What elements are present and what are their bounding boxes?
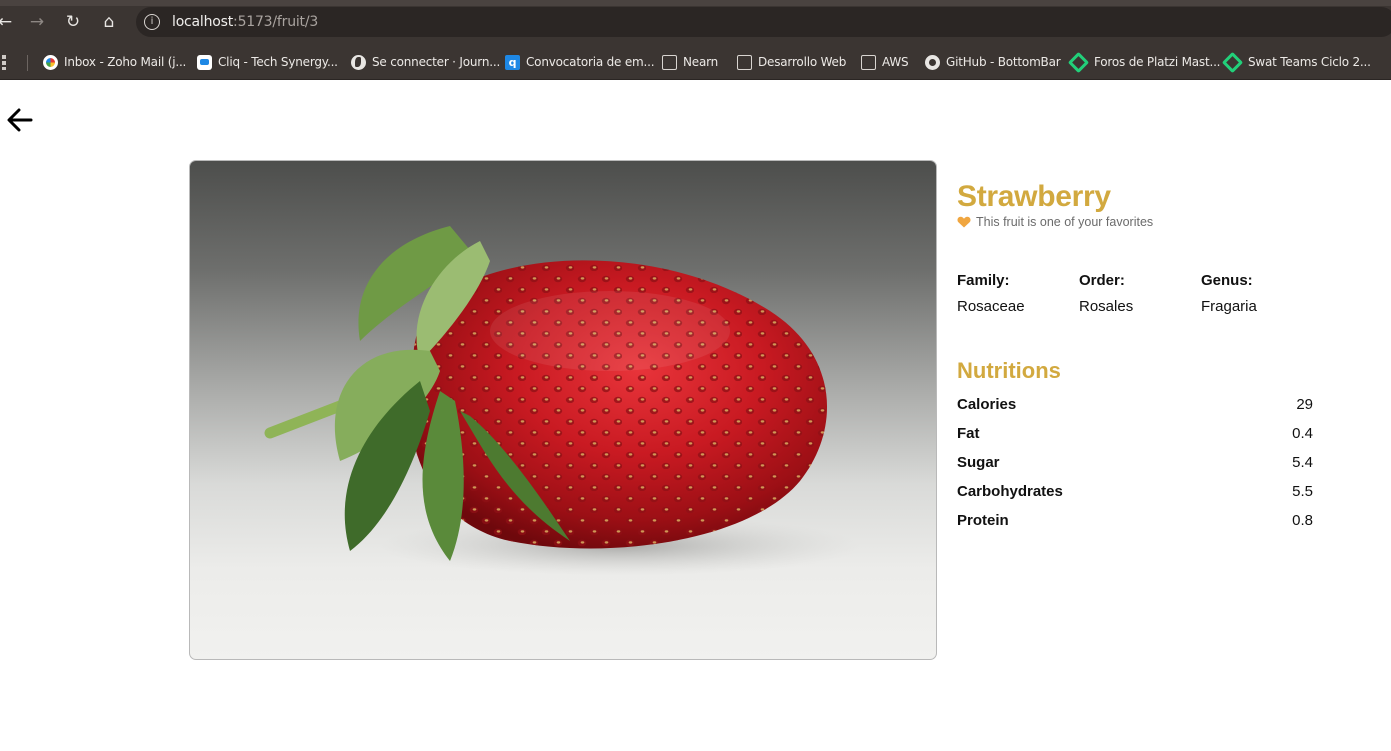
folder-icon bbox=[861, 54, 876, 70]
nutritions-list: Calories 29 Fat 0.4 Sugar 5.4 Carbohydra… bbox=[957, 396, 1313, 541]
folder-icon bbox=[737, 54, 752, 70]
fruit-image bbox=[189, 160, 937, 660]
taxonomy-order: Order: Rosales bbox=[1079, 272, 1199, 315]
taxonomy-family: Family: Rosaceae bbox=[957, 272, 1077, 315]
bookmark-zoho-mail[interactable]: Inbox - Zoho Mail (j... bbox=[43, 52, 186, 72]
nutrition-name: Fat bbox=[957, 425, 980, 442]
nutrition-name: Carbohydrates bbox=[957, 483, 1063, 500]
forward-nav-icon[interactable]: → bbox=[26, 11, 48, 33]
nutrition-row-fat: Fat 0.4 bbox=[957, 425, 1313, 454]
genus-value: Fragaria bbox=[1201, 298, 1257, 315]
bookmark-label: Swat Teams Ciclo 2... bbox=[1248, 55, 1371, 69]
taxonomy-section: Family: Rosaceae Order: Rosales Genus: F… bbox=[957, 272, 1317, 322]
bookmark-swat-teams[interactable]: Swat Teams Ciclo 2... bbox=[1221, 51, 1371, 73]
zoho-icon bbox=[43, 54, 58, 70]
taxonomy-genus: Genus: Fragaria bbox=[1201, 272, 1321, 315]
url-host: localhost bbox=[172, 14, 234, 30]
platzi-icon bbox=[1067, 51, 1090, 73]
reload-icon[interactable]: ↻ bbox=[62, 11, 84, 33]
bookmark-label: AWS bbox=[882, 55, 909, 69]
bookmark-label: Nearn bbox=[683, 55, 719, 69]
bookmark-label: Se connecter · Journ... bbox=[372, 55, 501, 69]
home-icon[interactable]: ⌂ bbox=[98, 11, 120, 33]
favorite-text: This fruit is one of your favorites bbox=[976, 215, 1154, 229]
browser-toolbar: ← → ↻ ⌂ i localhost:5173/fruit/3 bbox=[0, 0, 1391, 44]
bookmark-label: Desarrollo Web bbox=[758, 55, 847, 69]
nutritions-title: Nutritions bbox=[957, 358, 1061, 383]
platzi-icon bbox=[1221, 51, 1244, 73]
bookmark-label: GitHub - BottomBar bbox=[946, 55, 1061, 69]
nutrition-name: Sugar bbox=[957, 454, 1000, 471]
q-icon: q bbox=[505, 54, 520, 70]
nutrition-row-calories: Calories 29 bbox=[957, 396, 1313, 425]
heart-icon bbox=[957, 216, 971, 228]
globe-icon bbox=[351, 54, 366, 70]
back-arrow-icon[interactable] bbox=[4, 104, 36, 136]
bookmark-label: Convocatoria de em... bbox=[526, 55, 655, 69]
nutrition-name: Calories bbox=[957, 396, 1017, 413]
nutrition-value: 5.4 bbox=[1292, 454, 1313, 471]
folder-icon bbox=[662, 54, 677, 70]
nutrition-value: 0.8 bbox=[1292, 512, 1313, 529]
nutrition-name: Protein bbox=[957, 512, 1009, 529]
order-value: Rosales bbox=[1079, 298, 1134, 315]
nutrition-row-carbohydrates: Carbohydrates 5.5 bbox=[957, 483, 1313, 512]
address-bar[interactable]: i localhost:5173/fruit/3 bbox=[136, 7, 1391, 37]
github-icon bbox=[925, 54, 940, 70]
address-url[interactable]: localhost:5173/fruit/3 bbox=[172, 14, 318, 30]
family-value: Rosaceae bbox=[957, 298, 1025, 315]
bookmarks-bar: Inbox - Zoho Mail (j... Cliq - Tech Syne… bbox=[0, 44, 1391, 80]
url-path: :5173/fruit/3 bbox=[233, 14, 319, 30]
cliq-icon bbox=[197, 54, 212, 70]
bookmark-journ[interactable]: Se connecter · Journ... bbox=[351, 52, 500, 72]
back-nav-icon[interactable]: ← bbox=[0, 11, 16, 33]
bookmark-folder-aws[interactable]: AWS bbox=[861, 52, 909, 72]
genus-label: Genus: bbox=[1201, 272, 1253, 289]
fruit-info-panel: Strawberry This fruit is one of your fav… bbox=[957, 180, 1317, 529]
nutrition-value: 0.4 bbox=[1292, 425, 1313, 442]
order-label: Order: bbox=[1079, 272, 1125, 289]
bookmark-label: Cliq - Tech Synergy... bbox=[218, 55, 338, 69]
strawberry-illustration bbox=[264, 226, 860, 576]
bookmark-divider bbox=[27, 55, 28, 71]
bookmark-github[interactable]: GitHub - BottomBar bbox=[925, 52, 1061, 72]
fruit-name: Strawberry bbox=[957, 180, 1111, 213]
nutrition-value: 5.5 bbox=[1292, 483, 1313, 500]
bookmark-folder-desarrollo-web[interactable]: Desarrollo Web bbox=[737, 52, 846, 72]
bookmark-label: Foros de Platzi Mast... bbox=[1094, 55, 1221, 69]
site-info-icon[interactable]: i bbox=[144, 14, 160, 30]
apps-icon[interactable] bbox=[0, 52, 11, 72]
bookmark-platzi-foros[interactable]: Foros de Platzi Mast... bbox=[1067, 51, 1221, 73]
fruit-detail-page: Strawberry This fruit is one of your fav… bbox=[0, 80, 1391, 751]
nutrition-value: 29 bbox=[1296, 396, 1313, 413]
family-label: Family: bbox=[957, 272, 1010, 289]
bookmark-folder-nearn[interactable]: Nearn bbox=[662, 52, 718, 72]
favorite-notice: This fruit is one of your favorites bbox=[957, 215, 1317, 229]
bookmark-convocatoria[interactable]: q Convocatoria de em... bbox=[505, 52, 655, 72]
bookmark-label: Inbox - Zoho Mail (j... bbox=[64, 55, 187, 69]
nutrition-row-protein: Protein 0.8 bbox=[957, 512, 1313, 541]
bookmark-cliq[interactable]: Cliq - Tech Synergy... bbox=[197, 52, 338, 72]
nutrition-row-sugar: Sugar 5.4 bbox=[957, 454, 1313, 483]
